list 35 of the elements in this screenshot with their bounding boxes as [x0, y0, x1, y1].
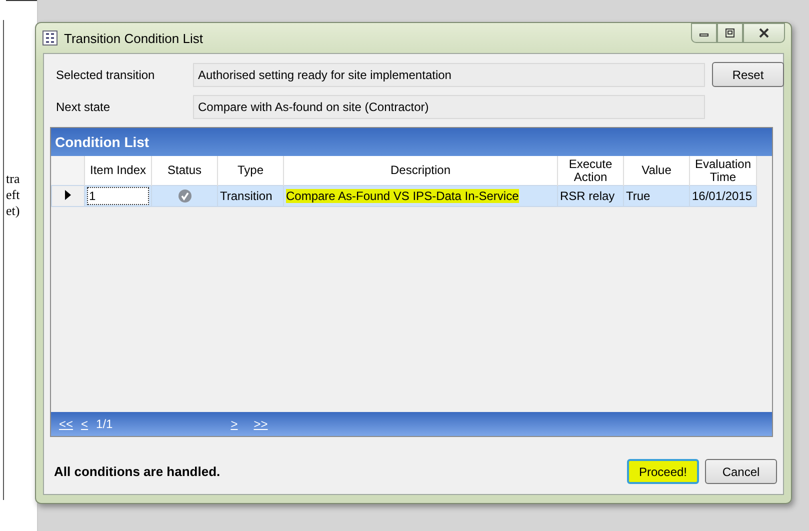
- status-message: All conditions are handled.: [54, 464, 220, 479]
- column-header[interactable]: Evaluation Time: [690, 156, 756, 186]
- column-header[interactable]: Execute Action: [558, 156, 624, 186]
- next-page-link[interactable]: >: [230, 417, 238, 431]
- page-indicator: 1/1: [96, 417, 113, 431]
- column-header[interactable]: Status: [152, 156, 218, 186]
- panel-header: Condition List: [51, 128, 772, 156]
- minimize-button[interactable]: [691, 23, 717, 43]
- document-text: tra: [6, 171, 21, 187]
- column-header[interactable]: Description: [284, 156, 558, 186]
- maximize-button[interactable]: [717, 23, 743, 43]
- column-header[interactable]: Value: [624, 156, 690, 186]
- column-header[interactable]: Type: [218, 156, 284, 186]
- readonly-field: Authorised setting ready for site implementation: [193, 62, 705, 86]
- input-field[interactable]: 1: [87, 187, 149, 205]
- document-text: et): [6, 203, 21, 219]
- document-text: eft: [6, 187, 21, 203]
- list-icon: [42, 30, 58, 46]
- maximize-icon: [724, 28, 736, 38]
- reset-button[interactable]: Reset: [712, 62, 784, 87]
- readonly-field: Compare with As-found on site (Contractor): [193, 95, 705, 119]
- table-row[interactable]: 1 Transition Compare As-Found VS IPS-Data In-Service RSR relay True 16/01/2015: [52, 186, 756, 206]
- proceed-button[interactable]: Proceed!: [627, 459, 699, 484]
- table-cell: Transition: [220, 189, 272, 203]
- field-label: Next state: [55, 100, 112, 114]
- table-cell: Compare As-Found VS IPS-Data In-Service: [286, 189, 519, 203]
- column-header[interactable]: Item Index: [84, 156, 152, 186]
- cancel-button[interactable]: Cancel: [705, 459, 777, 484]
- window-title: Transition Condition List: [64, 30, 203, 46]
- table-cell: RSR relay: [560, 189, 615, 203]
- close-icon: [757, 28, 771, 38]
- table-cell: True: [626, 189, 650, 203]
- field-label: Selected transition: [55, 68, 156, 82]
- table-cell: 16/01/2015: [692, 189, 752, 203]
- close-button[interactable]: [743, 23, 785, 43]
